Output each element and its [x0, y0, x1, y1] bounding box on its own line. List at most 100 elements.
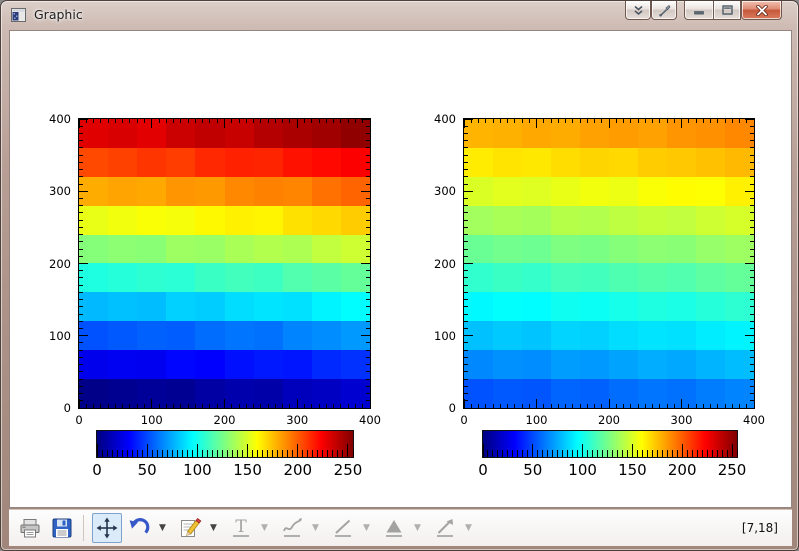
arrow-tool-button[interactable]	[430, 513, 460, 543]
title-bar[interactable]: Graphic	[1, 1, 798, 30]
heatmap-cells	[464, 119, 754, 408]
colorbar-tick	[172, 450, 173, 457]
x-axis-tick	[645, 404, 646, 408]
line-dropdown[interactable]: ▼	[360, 513, 373, 543]
x-axis-tick-label: 400	[743, 413, 765, 427]
heatmap-cell	[696, 292, 725, 321]
y-axis-tick	[464, 277, 468, 278]
heatmap-cell	[79, 148, 108, 177]
colorbar-tick	[497, 450, 498, 457]
maximize-button[interactable]	[713, 1, 741, 20]
x-axis-tick	[122, 404, 123, 408]
freehand-tool-button[interactable]	[277, 513, 307, 543]
y-axis-tick	[79, 277, 83, 278]
edit-dropdown[interactable]: ▼	[207, 513, 220, 543]
freehand-dropdown[interactable]: ▼	[309, 513, 322, 543]
y-axis-tick	[366, 357, 370, 358]
x-axis-tick	[239, 404, 240, 408]
colorbar-tick	[332, 450, 333, 457]
y-axis-tick	[750, 126, 754, 127]
x-axis-tick	[268, 119, 269, 123]
colorbar-tick-label: 0	[478, 461, 488, 479]
heatmap-cell	[254, 206, 283, 235]
x-axis-tick	[688, 404, 689, 408]
x-axis-tick	[514, 404, 515, 408]
y-axis-tick	[464, 386, 468, 387]
text-tool-button[interactable]: T	[226, 513, 256, 543]
y-axis-tick	[464, 176, 468, 177]
y-axis-tick	[366, 364, 370, 365]
y-axis-tick	[366, 277, 370, 278]
y-axis-tick	[464, 371, 468, 372]
collapse-toolbar-button[interactable]	[625, 1, 651, 20]
y-axis-tick	[464, 328, 468, 329]
graphic-canvas[interactable]: 01002003004000100200300400 0501001502002…	[9, 30, 792, 508]
undo-dropdown[interactable]: ▼	[156, 513, 169, 543]
heatmap-cell	[638, 263, 667, 292]
colorbar-tick	[627, 450, 628, 457]
x-axis-tick	[137, 119, 138, 123]
heatmap-cell	[551, 235, 580, 264]
y-axis-tick	[366, 198, 370, 199]
y-axis-tick	[361, 263, 370, 264]
x-axis-tick	[558, 119, 559, 123]
y-axis-tick	[464, 212, 468, 213]
y-axis-tick	[464, 400, 468, 401]
colorbar-tick	[277, 450, 278, 457]
polygon-tool-button[interactable]	[379, 513, 409, 543]
y-axis-tick-label: 100	[49, 329, 71, 343]
x-axis-tick	[500, 404, 501, 408]
x-axis-tick	[304, 119, 305, 123]
heatmap-cell	[667, 148, 696, 177]
minimize-button[interactable]	[684, 1, 713, 20]
line-tool-button[interactable]	[328, 513, 358, 543]
y-axis-tick	[366, 212, 370, 213]
colorbar-tick	[492, 450, 493, 457]
heatmap-cell	[464, 350, 493, 379]
y-axis-tick	[750, 234, 754, 235]
x-axis-tick	[253, 119, 254, 123]
heatmap-cell	[493, 119, 522, 148]
colorbar-tick	[507, 450, 508, 457]
y-axis-tick	[79, 263, 88, 264]
arrow-dropdown[interactable]: ▼	[462, 513, 475, 543]
pan-button[interactable]	[92, 513, 122, 543]
colorbar-tick	[342, 450, 343, 457]
text-dropdown[interactable]: ▼	[258, 513, 271, 543]
y-axis-tick	[750, 342, 754, 343]
y-axis-tick	[79, 162, 83, 163]
polygon-triangle-icon	[382, 516, 406, 540]
heatmap-cell	[522, 206, 551, 235]
heatmap-cell	[166, 177, 195, 206]
y-axis-tick	[366, 220, 370, 221]
heatmap-cell	[166, 148, 195, 177]
colorbar-tick	[267, 450, 268, 457]
annotate-mode-button[interactable]	[651, 1, 677, 20]
y-axis-tick	[464, 140, 468, 141]
x-axis-tick	[659, 404, 660, 408]
print-button[interactable]	[15, 513, 45, 543]
close-button[interactable]	[741, 1, 782, 20]
x-axis-tick	[151, 119, 152, 128]
colorbar-tick	[322, 450, 323, 457]
x-axis-tick	[180, 404, 181, 408]
polygon-dropdown[interactable]: ▼	[411, 513, 424, 543]
x-axis-tick	[710, 119, 711, 123]
y-axis-tick	[79, 140, 83, 141]
undo-button[interactable]	[124, 513, 154, 543]
y-axis-tick	[361, 408, 370, 409]
heatmap-cell	[638, 177, 667, 206]
save-button[interactable]	[47, 513, 77, 543]
svg-text:T: T	[235, 517, 247, 537]
heatmap-cell	[522, 321, 551, 350]
heatmap-cell	[580, 235, 609, 264]
x-axis-tick	[616, 119, 617, 123]
heatmap-cell	[225, 263, 254, 292]
heatmap-cell	[108, 119, 137, 148]
colorbar-tick	[232, 450, 233, 457]
edit-annotation-button[interactable]	[175, 513, 205, 543]
x-axis-tick	[732, 119, 733, 123]
colorbar-tick	[282, 450, 283, 457]
colorbar-tick	[732, 444, 733, 457]
y-axis-tick	[79, 371, 83, 372]
